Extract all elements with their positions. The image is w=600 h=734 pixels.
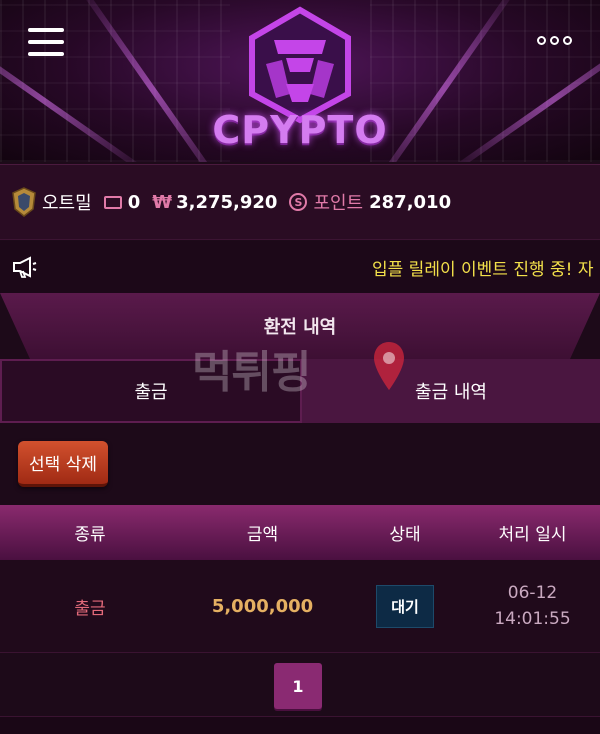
messages-item[interactable]: 0 xyxy=(103,191,141,213)
user-info-bar: 오트밀 0 ₩ 3,275,920 S 포인트 287,010 xyxy=(0,164,600,240)
column-header-amount: 금액 xyxy=(246,525,279,545)
message-count: 0 xyxy=(127,191,141,213)
hamburger-menu-icon[interactable] xyxy=(28,28,64,58)
column-header-type: 종류 xyxy=(74,525,106,545)
row-date: 06-12 xyxy=(507,583,558,603)
notice-bar: 입플 릴레이 이벤트 진행 중! 자 xyxy=(0,241,600,293)
points-item: S 포인트 287,010 xyxy=(289,189,451,215)
delete-selected-button[interactable]: 선택 삭제 xyxy=(18,441,108,487)
row-datetime: 06-12 14:01:55 xyxy=(465,580,600,632)
cpypto-logo-icon xyxy=(249,6,351,124)
points-label: 포인트 xyxy=(313,193,364,214)
table-row[interactable]: 출금 5,000,000 대기 06-12 14:01:55 xyxy=(0,560,600,653)
tab-withdraw[interactable]: 출금 xyxy=(0,359,302,423)
won-icon: ₩ xyxy=(152,191,173,213)
row-amount: 5,000,000 xyxy=(211,595,314,617)
points-coin-icon: S xyxy=(289,193,308,211)
column-header-status: 상태 xyxy=(389,525,421,545)
mail-icon xyxy=(103,195,122,209)
page: CPYPTO 오트밀 0 ₩ 3,275,920 S 포인트 287,010 입… xyxy=(0,0,600,734)
points-value: 287,010 xyxy=(369,191,452,213)
user-nickname-item[interactable]: 오트밀 xyxy=(12,187,92,217)
more-dots-icon[interactable] xyxy=(537,36,572,45)
balance-item: ₩ 3,275,920 xyxy=(152,192,277,213)
table-header: 종류 금액 상태 처리 일시 xyxy=(0,505,600,560)
page-title: 환전 내역 xyxy=(263,317,337,338)
header: CPYPTO xyxy=(0,0,600,162)
notice-text[interactable]: 입플 릴레이 이벤트 진행 중! 자 xyxy=(372,255,594,280)
status-badge: 대기 xyxy=(376,584,434,628)
row-time: 14:01:55 xyxy=(494,609,571,629)
row-status-cell: 대기 xyxy=(345,584,465,628)
tab-bar: 출금 출금 내역 xyxy=(0,359,600,423)
row-type: 출금 xyxy=(74,598,106,619)
balance-value: 3,275,920 xyxy=(176,191,278,213)
megaphone-icon xyxy=(13,256,37,278)
section-title-wrap: 환전 내역 xyxy=(0,293,600,359)
rank-shield-icon xyxy=(12,187,36,217)
pagination-page-button[interactable]: 1 xyxy=(274,663,322,709)
footer-divider xyxy=(0,716,600,734)
tab-withdraw-history[interactable]: 출금 내역 xyxy=(302,359,600,423)
column-header-date: 처리 일시 xyxy=(498,525,567,545)
brand-name: CPYPTO xyxy=(212,108,388,152)
user-nickname: 오트밀 xyxy=(42,193,92,214)
